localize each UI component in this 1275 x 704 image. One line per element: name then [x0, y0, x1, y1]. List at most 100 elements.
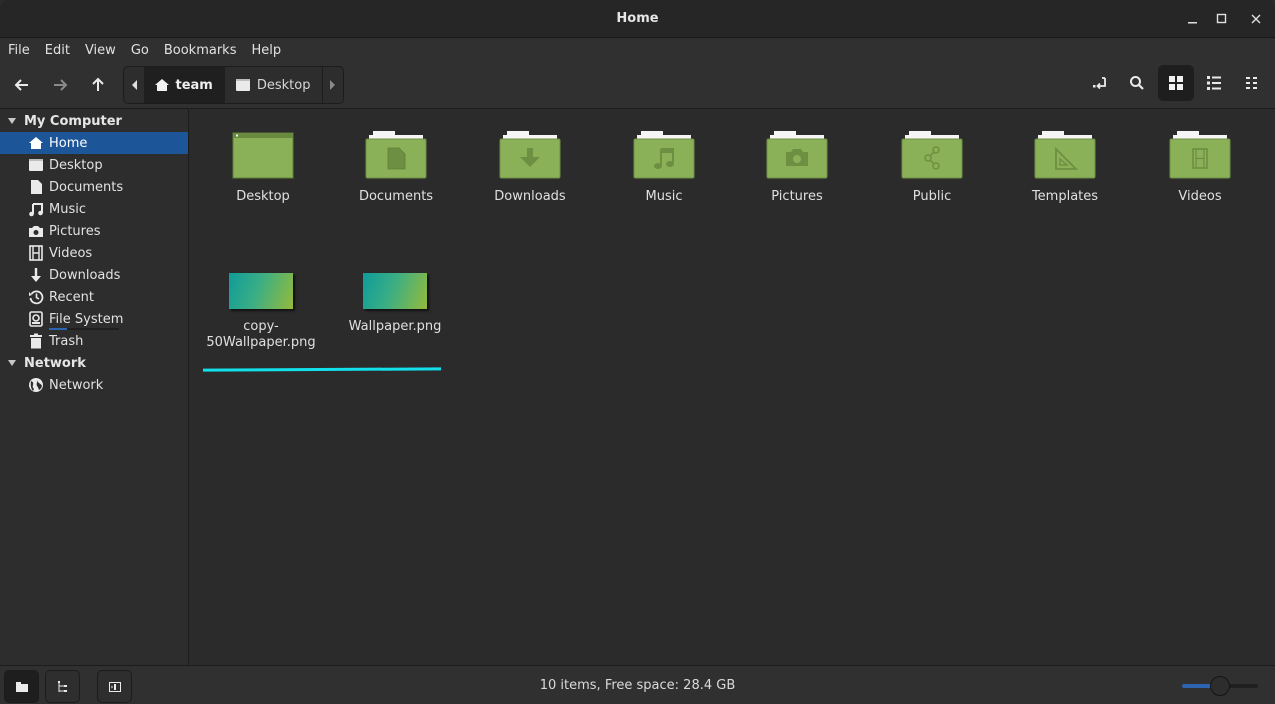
- menu-edit[interactable]: Edit: [45, 43, 70, 58]
- folder-label: Desktop: [236, 189, 290, 204]
- folder-label: Templates: [1031, 189, 1099, 204]
- search-button[interactable]: [1119, 65, 1155, 101]
- back-button[interactable]: [8, 70, 36, 100]
- window-title: Home: [616, 11, 659, 26]
- file-view: Desktop Documents Downloads Music Pictur…: [190, 108, 1275, 665]
- arrow-right-icon: [54, 79, 68, 91]
- section-title: My Computer: [24, 113, 122, 129]
- globe-icon: [29, 378, 43, 392]
- menu-view[interactable]: View: [85, 43, 116, 58]
- toolbar: team Desktop: [0, 62, 1275, 108]
- zoom-slider-handle[interactable]: [1210, 676, 1230, 696]
- maximize-button[interactable]: [1211, 8, 1233, 30]
- section-title: Network: [24, 355, 86, 371]
- arrow-up-icon: [92, 77, 104, 91]
- sidebar-item-music[interactable]: Music: [0, 198, 188, 220]
- videos-folder-icon: [1169, 131, 1231, 179]
- sidebar-item-downloads[interactable]: Downloads: [0, 264, 188, 286]
- sidebar: My Computer Home Desktop Documents Music…: [0, 108, 189, 665]
- sidebar-item-label: Music: [49, 201, 86, 217]
- breadcrumb-scroll-left[interactable]: [124, 67, 144, 103]
- folder-desktop[interactable]: Desktop: [203, 131, 323, 205]
- arrow-left-icon: [14, 79, 28, 91]
- grid-icon: [1169, 76, 1183, 90]
- folder-documents[interactable]: Documents: [336, 131, 456, 205]
- minimize-button[interactable]: [1182, 8, 1204, 30]
- public-folder-icon: [901, 131, 963, 179]
- sidebar-item-label: Trash: [49, 333, 84, 349]
- drive-icon: [29, 311, 43, 327]
- compact-view-button[interactable]: [1234, 65, 1270, 101]
- sidebar-item-documents[interactable]: Documents: [0, 176, 188, 198]
- file-wallpaper[interactable]: Wallpaper.png: [335, 269, 455, 335]
- expander-down-icon: [8, 118, 16, 124]
- folder-pictures[interactable]: Pictures: [737, 131, 857, 205]
- sidebar-item-label: Videos: [49, 245, 93, 261]
- sidebar-item-label: Downloads: [49, 267, 121, 283]
- desktop-icon: [235, 79, 250, 91]
- sidebar-item-label: Home: [49, 135, 88, 151]
- camera-icon: [29, 226, 43, 237]
- sidebar-item-network[interactable]: Network: [0, 374, 188, 396]
- trash-icon: [30, 333, 42, 349]
- close-button[interactable]: [1245, 8, 1267, 30]
- music-icon: [29, 203, 43, 217]
- sidebar-item-label: Recent: [49, 289, 94, 305]
- menu-go[interactable]: Go: [131, 43, 149, 58]
- sidebar-item-desktop[interactable]: Desktop: [0, 154, 188, 176]
- up-button[interactable]: [84, 70, 112, 100]
- folder-downloads[interactable]: Downloads: [470, 131, 590, 205]
- sidebar-item-label: Network: [49, 377, 104, 393]
- pictures-folder-icon: [766, 131, 828, 179]
- search-icon: [1130, 76, 1144, 90]
- documents-folder-icon: [365, 131, 427, 179]
- expander-down-icon: [8, 360, 16, 366]
- sidebar-item-pictures[interactable]: Pictures: [0, 220, 188, 242]
- minimize-icon: [1188, 22, 1197, 24]
- history-icon: [29, 290, 44, 305]
- sidebar-item-file-system[interactable]: File System: [0, 308, 188, 330]
- folder-label: Documents: [358, 189, 434, 204]
- image-thumbnail: [229, 273, 293, 309]
- sidebar-item-home[interactable]: Home: [0, 132, 188, 154]
- menu-help[interactable]: Help: [251, 43, 281, 58]
- folder-label: Downloads: [494, 189, 566, 204]
- folder-music[interactable]: Music: [604, 131, 724, 205]
- location-toggle-button[interactable]: [1082, 65, 1118, 101]
- breadcrumb-label: Desktop: [256, 77, 311, 93]
- sidebar-item-recent[interactable]: Recent: [0, 286, 188, 308]
- folder-label: Pictures: [771, 189, 823, 204]
- menu-bookmarks[interactable]: Bookmarks: [164, 43, 237, 58]
- status-bar: 10 items, Free space: 28.4 GB: [0, 665, 1275, 704]
- close-icon: [1251, 14, 1261, 24]
- templates-folder-icon: [1034, 131, 1096, 179]
- breadcrumb-desktop[interactable]: Desktop: [225, 67, 324, 103]
- forward-button[interactable]: [46, 70, 74, 100]
- home-icon: [154, 79, 169, 91]
- folder-videos[interactable]: Videos: [1140, 131, 1260, 205]
- folder-label: Music: [645, 189, 683, 204]
- file-label: copy- 50Wallpaper.png: [206, 319, 316, 350]
- file-copy-50wallpaper[interactable]: copy- 50Wallpaper.png: [201, 269, 321, 351]
- zoom-slider[interactable]: [1182, 676, 1258, 696]
- breadcrumb-label: team: [175, 77, 213, 93]
- menu-file[interactable]: File: [8, 43, 30, 58]
- folder-templates[interactable]: Templates: [1005, 131, 1125, 205]
- sidebar-item-label: Desktop: [49, 157, 103, 173]
- caret-right-icon: [330, 80, 336, 90]
- sidebar-item-videos[interactable]: Videos: [0, 242, 188, 264]
- list-icon: [1207, 76, 1221, 90]
- folder-public[interactable]: Public: [872, 131, 992, 205]
- home-icon: [29, 137, 43, 149]
- breadcrumb-scroll-right[interactable]: [323, 67, 343, 103]
- music-folder-icon: [633, 131, 695, 179]
- list-view-button[interactable]: [1196, 65, 1232, 101]
- image-thumbnail: [363, 273, 427, 309]
- file-label: Wallpaper.png: [348, 319, 442, 334]
- sidebar-section-network[interactable]: Network: [0, 352, 188, 374]
- sidebar-section-my-computer[interactable]: My Computer: [0, 110, 188, 132]
- breadcrumb-team[interactable]: team: [143, 67, 225, 103]
- caret-left-icon: [131, 80, 137, 90]
- icon-view-button[interactable]: [1158, 65, 1194, 101]
- sidebar-item-trash[interactable]: Trash: [0, 330, 188, 352]
